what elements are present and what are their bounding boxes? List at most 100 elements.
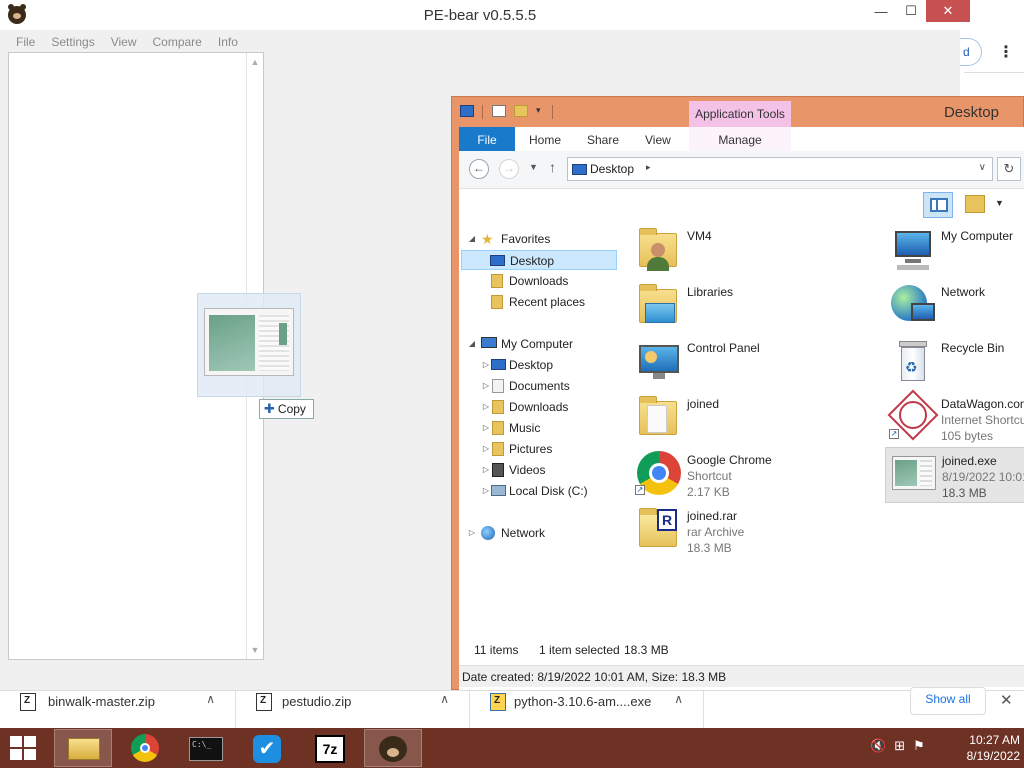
expanded-icon[interactable]: ◢ [467, 334, 477, 354]
file-item-datawagon[interactable]: ↗ DataWagon.com Internet Shortcut 105 by… [887, 389, 1024, 447]
file-item-libraries[interactable]: Libraries [635, 279, 875, 335]
file-item-joined-folder[interactable]: joined [635, 391, 875, 447]
scroll-up-icon[interactable]: ▲ [250, 57, 260, 67]
collapsed-icon[interactable]: ▷ [481, 418, 491, 438]
download-item[interactable]: pestudio.zip ∧ [236, 691, 470, 729]
item-name: VM4 [687, 229, 712, 243]
menu-file[interactable]: File [8, 33, 43, 51]
nav-my-computer-label: My Computer [501, 337, 574, 351]
chevron-down-icon[interactable]: ▼ [995, 198, 1004, 208]
collapsed-icon[interactable]: ▷ [481, 481, 491, 501]
expanded-icon[interactable]: ◢ [467, 229, 477, 249]
recycle-bin-icon: ♻ [889, 337, 937, 385]
nav-favorites-desktop[interactable]: Desktop [461, 250, 617, 270]
minimize-button[interactable]: — [866, 0, 896, 22]
file-item-network[interactable]: Network [889, 279, 1024, 335]
nav-local-disk[interactable]: ▷ Local Disk (C:) [461, 481, 617, 501]
chevron-up-icon[interactable]: ∧ [440, 692, 449, 706]
nav-computer-music[interactable]: ▷ Music [461, 418, 617, 438]
control-panel-icon [635, 337, 683, 385]
forward-icon[interactable]: → [499, 159, 519, 179]
chrome-profile-button[interactable]: d [960, 38, 982, 66]
chevron-down-icon[interactable]: ∨ [979, 162, 986, 173]
tab-file[interactable]: File [459, 127, 515, 151]
chevron-up-icon[interactable]: ∧ [206, 692, 215, 706]
music-icon [492, 421, 504, 435]
maximize-button[interactable]: ☐ [896, 0, 926, 22]
explorer-titlebar[interactable]: ▾ Application Tools Desktop [452, 97, 1024, 127]
nav-network[interactable]: ▷ Network [461, 523, 617, 543]
quick-access-dropdown-icon[interactable]: ▾ [536, 105, 541, 116]
up-arrow-icon[interactable]: ↑ [549, 159, 556, 175]
tab-share[interactable]: Share [587, 127, 619, 151]
menu-compare[interactable]: Compare [145, 33, 210, 51]
nav-computer-pictures[interactable]: ▷ Pictures [461, 439, 617, 459]
close-button[interactable]: ✕ [926, 0, 970, 22]
tab-manage[interactable]: Manage [689, 127, 791, 151]
breadcrumb-arrow-icon[interactable]: ▸ [646, 162, 651, 173]
taskbar-pe-bear[interactable] [364, 729, 422, 767]
network-icon[interactable]: ⊞ [894, 738, 905, 758]
tab-view[interactable]: View [645, 127, 671, 151]
chrome-menu-icon[interactable]: ⋮ [998, 42, 1014, 62]
network-globe-icon [889, 281, 937, 329]
taskbar-command-prompt[interactable]: C:\_ [178, 729, 236, 767]
windows-start-icon[interactable] [10, 736, 38, 760]
system-clock[interactable]: 10:27 AM 8/19/2022 [940, 732, 1020, 764]
file-item-joined-exe[interactable]: joined.exe 8/19/2022 10:01 AM 18.3 MB [885, 447, 1024, 503]
nav-item-label: Videos [509, 463, 546, 477]
volume-muted-icon[interactable]: 🔇 [870, 738, 886, 758]
nav-computer-videos[interactable]: ▷ Videos [461, 460, 617, 480]
nav-computer-desktop[interactable]: ▷ Desktop [461, 355, 617, 375]
preview-pane-button[interactable] [923, 192, 953, 218]
nav-computer-downloads[interactable]: ▷ Downloads [461, 397, 617, 417]
pebear-titlebar[interactable]: PE-bear v0.5.5.5 — ☐ ✕ [0, 0, 1024, 30]
collapsed-icon[interactable]: ▷ [481, 355, 491, 375]
clock-time: 10:27 AM [969, 733, 1020, 747]
collapsed-icon[interactable]: ▷ [481, 439, 491, 459]
nav-favorites-downloads[interactable]: Downloads [461, 271, 617, 291]
item-name: joined.rar [687, 509, 738, 523]
nav-computer-documents[interactable]: ▷ Documents [461, 376, 617, 396]
taskbar-task-app[interactable]: ✔ [240, 729, 298, 767]
download-item[interactable]: binwalk-master.zip ∧ [0, 691, 236, 729]
refresh-button[interactable]: ↻ [997, 157, 1021, 181]
back-icon[interactable]: ← [469, 159, 489, 179]
item-type: Internet Shortcut [941, 413, 1024, 427]
download-item[interactable]: python-3.10.6-am....exe ∧ [470, 691, 704, 729]
show-all-button[interactable]: Show all [910, 687, 986, 715]
file-item-vm4[interactable]: VM4 [635, 223, 875, 279]
file-item-recycle-bin[interactable]: ♻ Recycle Bin [889, 335, 1024, 391]
menu-view[interactable]: View [103, 33, 145, 51]
menu-info[interactable]: Info [210, 33, 246, 51]
folder-options-icon[interactable] [965, 195, 985, 213]
collapsed-icon[interactable]: ▷ [467, 523, 477, 543]
nav-recent-places[interactable]: Recent places [461, 292, 617, 312]
action-center-flag-icon[interactable]: ⚑ [913, 738, 925, 758]
star-icon: ★ [481, 231, 494, 247]
new-folder-icon[interactable] [514, 105, 528, 117]
address-field[interactable]: Desktop ▸ ∨ [567, 157, 993, 181]
nav-favorites[interactable]: ◢ ★ Favorites [461, 229, 617, 249]
file-item-my-computer[interactable]: My Computer [889, 223, 1024, 279]
exe-thumbnail-icon [204, 308, 294, 376]
menu-settings[interactable]: Settings [43, 33, 102, 51]
nav-my-computer[interactable]: ◢ My Computer [461, 334, 617, 354]
close-icon[interactable]: ✕ [1000, 691, 1013, 709]
scroll-down-icon[interactable]: ▼ [250, 645, 260, 655]
collapsed-icon[interactable]: ▷ [481, 376, 491, 396]
item-name: Network [941, 285, 986, 299]
taskbar-file-explorer[interactable] [54, 729, 112, 767]
collapsed-icon[interactable]: ▷ [481, 460, 491, 480]
collapsed-icon[interactable]: ▷ [481, 397, 491, 417]
chevron-up-icon[interactable]: ∧ [674, 692, 683, 706]
file-item-joined-rar[interactable]: R joined.rar rar Archive 18.3 MB [635, 503, 875, 559]
taskbar-chrome[interactable] [116, 729, 174, 767]
content-pane[interactable]: VM4 Libraries Control Panel joined ↗ Goo… [629, 219, 1024, 639]
file-item-control-panel[interactable]: Control Panel [635, 335, 875, 391]
properties-icon[interactable] [492, 105, 506, 117]
taskbar-7zip[interactable]: 7z [302, 729, 360, 767]
tab-home[interactable]: Home [529, 127, 561, 151]
recent-locations-icon[interactable]: ▼ [529, 162, 538, 172]
file-item-google-chrome[interactable]: ↗ Google Chrome Shortcut 2.17 KB [635, 447, 875, 503]
